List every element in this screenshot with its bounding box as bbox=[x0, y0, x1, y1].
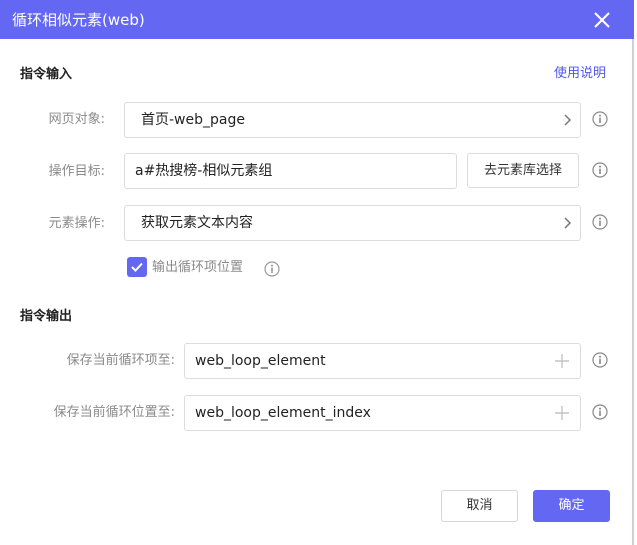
add-variable-icon[interactable] bbox=[554, 405, 570, 421]
cancel-button[interactable]: 取消 bbox=[441, 490, 518, 522]
add-variable-icon[interactable] bbox=[554, 353, 570, 369]
save-item-value: web_loop_element bbox=[195, 353, 326, 369]
loop-similar-elements-dialog: 循环相似元素(web) 指令输入 使用说明 网页对象: 首页-web_page … bbox=[0, 0, 634, 545]
save-item-label: 保存当前循环项至: bbox=[66, 353, 175, 368]
chevron-right-icon bbox=[564, 217, 572, 229]
select-from-library-button[interactable]: 去元素库选择 bbox=[467, 153, 579, 188]
save-item-input[interactable]: web_loop_element bbox=[184, 343, 581, 379]
input-section-title: 指令输入 bbox=[20, 67, 73, 82]
output-position-label: 输出循环项位置 bbox=[152, 260, 244, 275]
info-icon[interactable] bbox=[592, 214, 608, 230]
chevron-right-icon bbox=[564, 114, 572, 126]
element-action-select[interactable]: 获取元素文本内容 bbox=[124, 205, 581, 241]
save-index-label: 保存当前循环位置至: bbox=[53, 405, 175, 420]
info-icon[interactable] bbox=[592, 404, 608, 420]
target-value: a#热搜榜-相似元素组 bbox=[135, 163, 273, 179]
confirm-button[interactable]: 确定 bbox=[533, 490, 610, 522]
web-object-label: 网页对象: bbox=[48, 112, 105, 127]
web-object-value: 首页-web_page bbox=[141, 112, 245, 128]
info-icon[interactable] bbox=[264, 261, 280, 277]
target-input[interactable]: a#热搜榜-相似元素组 bbox=[124, 153, 457, 189]
target-label: 操作目标: bbox=[48, 164, 105, 179]
info-icon[interactable] bbox=[592, 111, 608, 127]
dialog-title: 循环相似元素(web) bbox=[12, 11, 145, 29]
dialog-title-bar: 循环相似元素(web) bbox=[0, 0, 634, 39]
element-action-value: 获取元素文本内容 bbox=[141, 215, 253, 231]
info-icon[interactable] bbox=[592, 162, 608, 178]
close-icon[interactable] bbox=[592, 10, 612, 30]
save-index-value: web_loop_element_index bbox=[195, 405, 371, 421]
web-object-select[interactable]: 首页-web_page bbox=[124, 102, 581, 138]
output-section-title: 指令输出 bbox=[20, 309, 73, 324]
save-index-input[interactable]: web_loop_element_index bbox=[184, 395, 581, 431]
help-link[interactable]: 使用说明 bbox=[554, 65, 606, 83]
element-action-label: 元素操作: bbox=[48, 216, 105, 231]
check-icon bbox=[131, 262, 143, 272]
info-icon[interactable] bbox=[592, 352, 608, 368]
output-position-checkbox[interactable] bbox=[127, 257, 147, 277]
